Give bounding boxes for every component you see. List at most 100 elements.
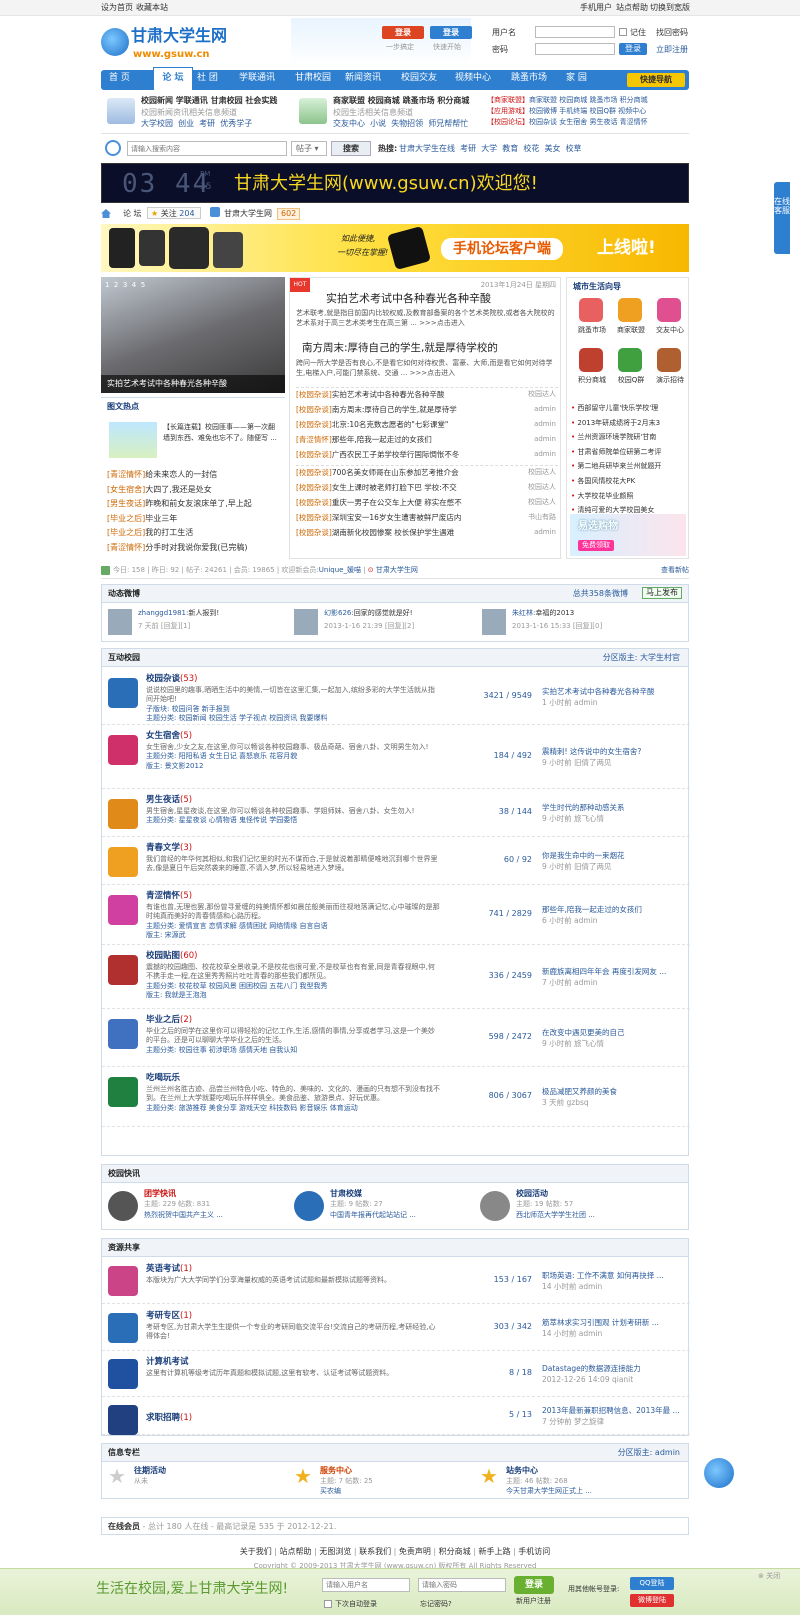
headline-item[interactable]: [校园杂谈]北京:10名克数志愿者的"七彩课堂" admin bbox=[296, 418, 558, 433]
weibo-login-link[interactable]: 微博登陆 bbox=[630, 1594, 674, 1607]
feature-title[interactable]: 【长篇连载】校园匪事——第一次翻墙到东西、难免也忘不了。随便写 ... bbox=[163, 422, 281, 443]
password-input[interactable] bbox=[535, 43, 615, 55]
set-homepage-link[interactable]: 设为首页 bbox=[101, 3, 133, 13]
nav-item[interactable]: 首 页 bbox=[109, 73, 130, 85]
nav-item[interactable]: 家 园 bbox=[566, 73, 587, 85]
forum-icon[interactable] bbox=[480, 1191, 510, 1221]
city-icon-label[interactable]: 商家联盟 bbox=[612, 326, 650, 335]
nav-item[interactable]: 论 坛 bbox=[153, 67, 193, 90]
city-icon[interactable] bbox=[579, 348, 603, 372]
list-item[interactable]: • 甘肃省师院单位研第二考评 bbox=[571, 448, 689, 463]
forum-subcategories[interactable]: 主题分类: 校花校草 校园风景 困困校园 五花八门 我型我秀 bbox=[146, 982, 441, 991]
forum-icon[interactable] bbox=[108, 1405, 138, 1435]
promo2-line1[interactable]: 商家联盟 校园商城 跳蚤市场 积分商城 bbox=[333, 96, 469, 106]
forum-icon[interactable] bbox=[108, 955, 138, 985]
city-icon[interactable] bbox=[657, 348, 681, 372]
username-input[interactable] bbox=[535, 26, 615, 38]
weibo-item[interactable]: 朱红林:幸福的2013 bbox=[512, 609, 574, 618]
quick-nav-button[interactable]: 快捷导航 bbox=[627, 73, 685, 87]
forum-name[interactable]: 吃喝玩乐 bbox=[146, 1073, 180, 1084]
avatar[interactable] bbox=[294, 609, 318, 635]
promo3-line1[interactable]: 【商家联盟】商家联盟 校园商城 跳蚤市场 积分商城 bbox=[487, 96, 648, 105]
list-item[interactable]: • 西部留守儿童'快乐学校'理 bbox=[571, 404, 689, 419]
footer-link[interactable]: 积分商城 bbox=[439, 1547, 471, 1556]
forum-subcategories[interactable]: 主题分类: 爱情宣言 恋情求解 感情困扰 网络情缘 自言自语 bbox=[146, 922, 441, 931]
floating-logo-icon[interactable] bbox=[704, 1458, 734, 1488]
follow-button[interactable]: ★ 关注 204 bbox=[147, 207, 201, 219]
search-button[interactable]: 搜索 bbox=[331, 141, 371, 156]
post-weibo-button[interactable]: 马上发布 bbox=[642, 587, 682, 600]
slider-pager[interactable]: 1 2 3 4 5 bbox=[105, 281, 145, 290]
qq-login-link[interactable]: QQ登陆 bbox=[630, 1577, 674, 1590]
promo2-line3[interactable]: 交友中心 小说 失物招领 师兄帮帮忙 bbox=[333, 119, 468, 129]
list-item[interactable]: • 兰州资源环境学院研'甘南 bbox=[571, 433, 689, 448]
forum-name[interactable]: 团学快讯 bbox=[144, 1189, 176, 1199]
city-icon[interactable] bbox=[618, 348, 642, 372]
nav-item[interactable]: 新闻资讯 bbox=[345, 73, 381, 85]
bookmark-link[interactable]: 收藏本站 bbox=[136, 3, 168, 13]
breadcrumb-forum[interactable]: 论 坛 bbox=[123, 209, 142, 219]
footer-link[interactable]: 新手上路 bbox=[478, 1547, 510, 1556]
forum-last-post[interactable]: 西北师范大学学生社团 ... bbox=[516, 1211, 595, 1220]
auto-login-checkbox[interactable] bbox=[324, 1600, 332, 1608]
forum-last-post[interactable]: 筋萃林求实习引围观 计划考研新 ... bbox=[542, 1318, 682, 1328]
headline-item[interactable]: [校园杂谈]女生上课时被老师打脸下巴 学校:不交 校园达人 bbox=[296, 481, 558, 496]
headline-item[interactable]: [校园杂谈]重庆一男子在公交车上大便 称实在憋不 校园达人 bbox=[296, 496, 558, 511]
footer-link[interactable]: 无图浏览 bbox=[319, 1547, 351, 1556]
close-bar-button[interactable]: ⊗ 关闭 bbox=[758, 1572, 780, 1581]
mobile-user-link[interactable]: 手机用户 bbox=[580, 3, 612, 13]
list-item[interactable]: • 各国风情校花大PK bbox=[571, 477, 689, 492]
list-item[interactable]: • 大学校花毕业颜照 bbox=[571, 492, 689, 507]
list-item[interactable]: [毕业之后]毕业三年 bbox=[107, 514, 285, 529]
bottom-username-input[interactable] bbox=[322, 1578, 410, 1592]
headline-item[interactable]: [校园杂谈]南方周末:厚待自己的学生,就是厚待学 admin bbox=[296, 403, 558, 418]
slider-caption[interactable]: 实拍艺术考试中各种春光各种辛酸 bbox=[101, 375, 285, 393]
forum-last-post[interactable]: 你是我生命中的一束烟花 bbox=[542, 851, 682, 861]
info-moderator[interactable]: 分区版主: admin bbox=[618, 1448, 680, 1458]
remember-checkbox[interactable] bbox=[619, 28, 627, 36]
forum-icon[interactable] bbox=[108, 1191, 138, 1221]
forum-last-post[interactable]: 今天甘肃大学生网正式上 ... bbox=[506, 1487, 592, 1496]
forum-last-post[interactable]: Datastage的数据源连接能力 bbox=[542, 1364, 682, 1374]
wide-version-link[interactable]: 切换到宽版 bbox=[650, 3, 690, 13]
forum-name[interactable]: 计算机考试 bbox=[146, 1357, 189, 1368]
mobile-app-ad[interactable]: 如此便捷, 一切尽在掌握! 手机论坛客户端 上线啦! bbox=[101, 224, 689, 272]
city-icon-label[interactable]: 演示招待 bbox=[651, 376, 689, 385]
headline-item[interactable]: [校园杂谈]700名美女师哥在山东参加艺考推介会 校园达人 bbox=[296, 465, 558, 480]
city-icon-label[interactable]: 跳蚤市场 bbox=[573, 326, 611, 335]
weibo-total[interactable]: 总共358条微博 bbox=[573, 589, 628, 599]
forum-name[interactable]: 服务中心 bbox=[320, 1466, 352, 1476]
forum-last-post[interactable]: 中国青年报再代起站站记 ... bbox=[330, 1211, 416, 1220]
headline-item[interactable]: [校园杂谈]实拍艺术考试中各种春光各种辛酸 校园达人 bbox=[296, 388, 558, 403]
forum-name[interactable]: 英语考试(1) bbox=[146, 1264, 192, 1275]
forum-last-post[interactable]: 热烈祝贺中国共产主义 ... bbox=[144, 1211, 223, 1220]
footer-link[interactable]: 手机访问 bbox=[518, 1547, 550, 1556]
nav-item[interactable]: 学联通讯 bbox=[239, 73, 275, 85]
headline-title2[interactable]: 南方周末:厚待自己的学生,就是厚待学校的 bbox=[302, 342, 498, 356]
forum-last-post[interactable]: 学生时代的那种动感关系 bbox=[542, 803, 682, 813]
forum-name[interactable]: 考研专区(1) bbox=[146, 1311, 192, 1322]
forum-subcategories[interactable]: 主题分类: 校园新闻 校园生活 学子视点 校园资讯 我要爆料 bbox=[146, 714, 441, 723]
search-input[interactable] bbox=[127, 141, 287, 156]
forum-last-post[interactable]: 2013年最新兼职招聘信息、2013年最 ... bbox=[542, 1406, 682, 1416]
city-icon[interactable] bbox=[579, 298, 603, 322]
list-item[interactable]: [毕业之后]我的打工生活 bbox=[107, 528, 285, 543]
forum-icon[interactable] bbox=[108, 678, 138, 708]
forum-name[interactable]: 校园活动 bbox=[516, 1189, 548, 1199]
new-member-link[interactable]: Unique_媛喵 bbox=[319, 566, 361, 574]
list-item[interactable]: [青涩情怀]分手时对我说你爱我(已完稿) bbox=[107, 543, 285, 558]
forum-name[interactable]: 甘肃校媒 bbox=[330, 1189, 362, 1199]
forum-subcategories[interactable]: 主题分类: 阳阳私语 女生日记 喜怒哀乐 花容月貌 bbox=[146, 752, 441, 761]
list-item[interactable]: • 2013年研成绩将于2月末3 bbox=[571, 419, 689, 434]
forum-last-post[interactable]: 实拍艺术考试中各种春光各种辛酸 bbox=[542, 687, 682, 697]
forum-name[interactable]: 毕业之后(2) bbox=[146, 1015, 192, 1026]
forum-name[interactable]: 女生宿舍(5) bbox=[146, 731, 192, 742]
headline-title1[interactable]: 实拍艺术考试中各种春光各种辛酸 bbox=[326, 292, 491, 306]
forum-subcategories[interactable]: 版主: 宋源武 bbox=[146, 931, 441, 940]
bottom-login-button[interactable]: 登录 bbox=[514, 1576, 554, 1594]
forum-subcategories[interactable]: 子版块: 校园问答 新手报到 bbox=[146, 705, 441, 714]
forgot-password-link[interactable]: 忘记密码? bbox=[420, 1600, 452, 1609]
find-password-link[interactable]: 找回密码 bbox=[656, 28, 688, 38]
feature-thumb[interactable] bbox=[109, 422, 157, 458]
forum-icon[interactable] bbox=[108, 799, 138, 829]
